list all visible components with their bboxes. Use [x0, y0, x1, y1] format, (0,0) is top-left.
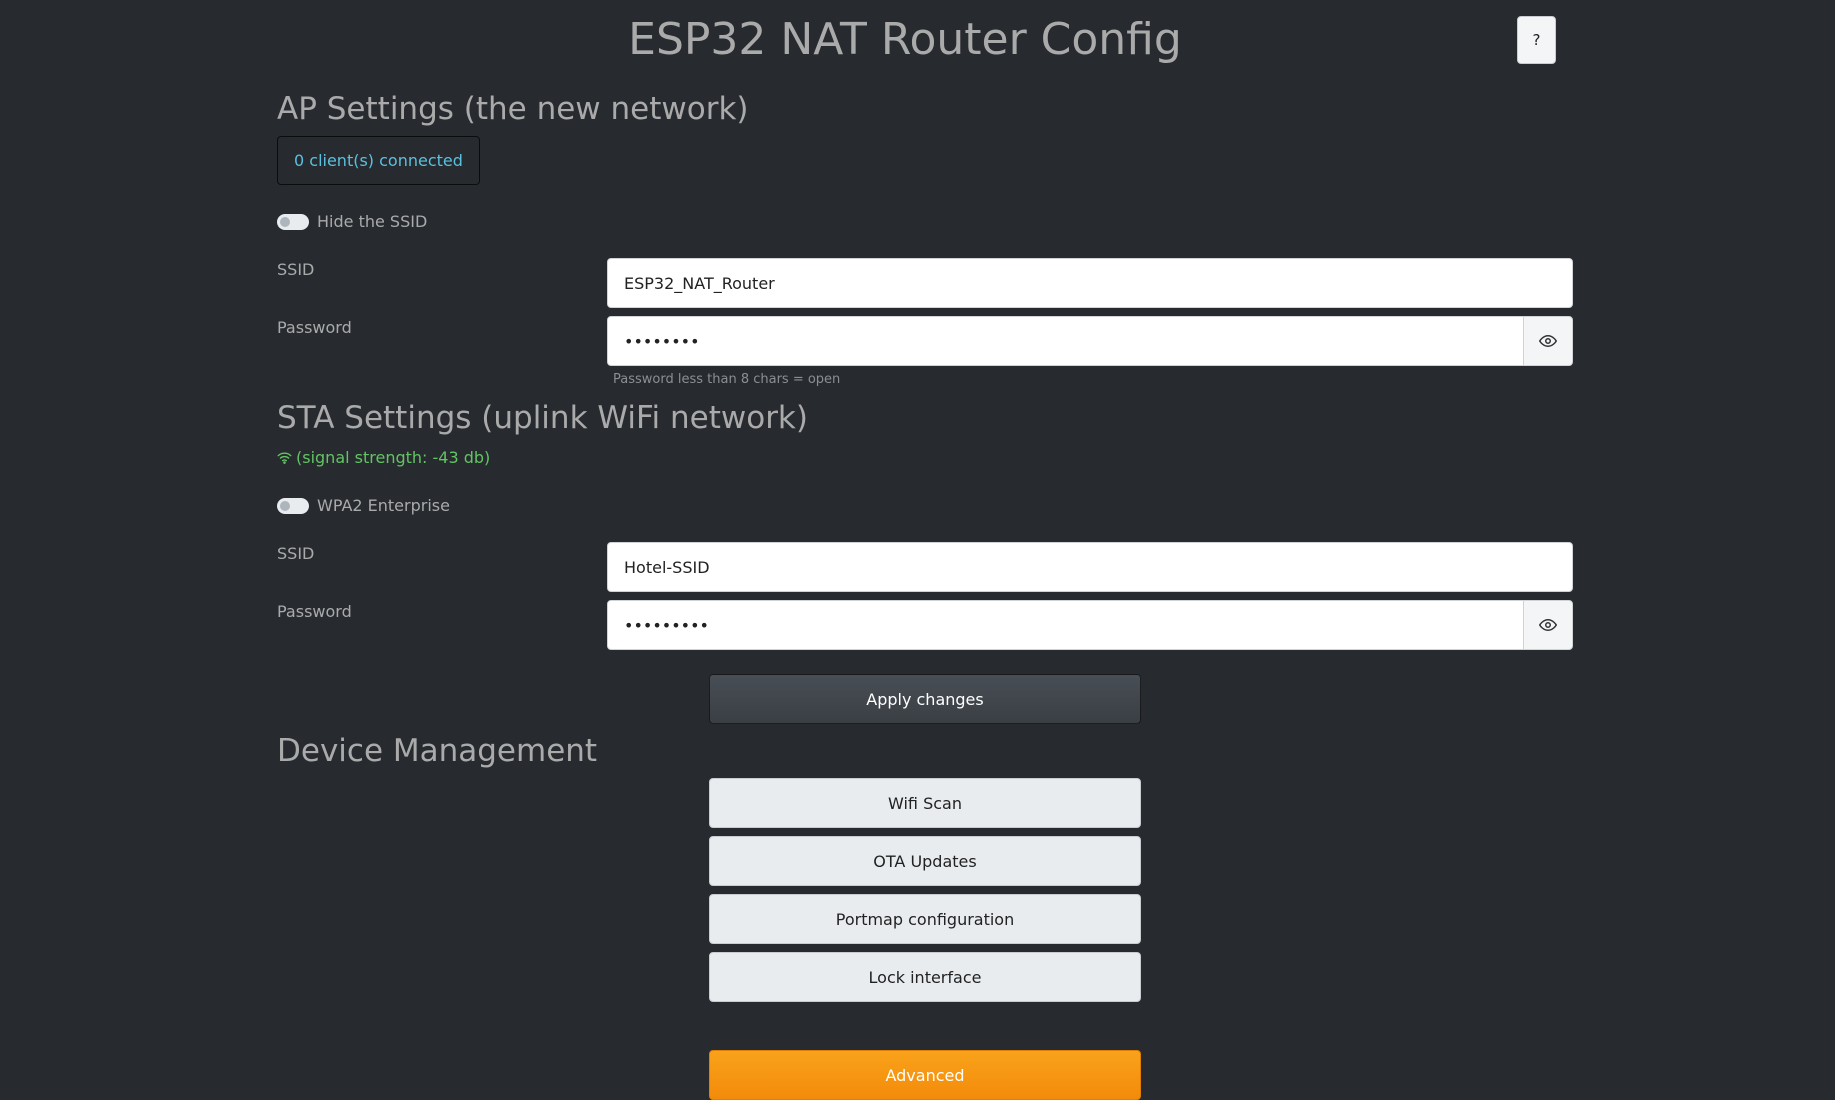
- hide-ssid-label: Hide the SSID: [317, 212, 428, 231]
- ap-password-label: Password: [277, 318, 352, 337]
- advanced-button[interactable]: Advanced: [709, 1050, 1141, 1100]
- signal-strength-text: (signal strength: -43 db): [296, 448, 491, 467]
- ap-ssid-input[interactable]: [607, 258, 1573, 308]
- wpa2-enterprise-toggle[interactable]: [277, 497, 309, 514]
- password-help-text: Password less than 8 chars = open: [613, 372, 841, 387]
- clients-connected-status: 0 client(s) connected: [277, 136, 480, 185]
- ap-password-input[interactable]: [607, 316, 1524, 366]
- sta-password-label: Password: [277, 602, 352, 621]
- help-button[interactable]: ?: [1517, 16, 1556, 64]
- ap-settings-title: AP Settings (the new network): [277, 91, 749, 127]
- wifi-scan-button[interactable]: Wifi Scan: [709, 778, 1141, 828]
- lock-interface-button[interactable]: Lock interface: [709, 952, 1141, 1002]
- sta-password-input[interactable]: [607, 600, 1524, 650]
- eye-icon: [1539, 618, 1557, 632]
- eye-icon: [1539, 334, 1557, 348]
- hide-ssid-row: Hide the SSID: [277, 212, 427, 231]
- wifi-icon: [277, 452, 292, 464]
- apply-changes-button[interactable]: Apply changes: [709, 674, 1141, 724]
- portmap-configuration-button[interactable]: Portmap configuration: [709, 894, 1141, 944]
- ap-password-visibility-button[interactable]: [1523, 316, 1573, 366]
- ap-ssid-label: SSID: [277, 260, 315, 279]
- wpa2-row: WPA2 Enterprise: [277, 496, 450, 515]
- sta-ssid-input[interactable]: [607, 542, 1573, 592]
- device-management-title: Device Management: [277, 733, 598, 769]
- sta-settings-title: STA Settings (uplink WiFi network): [277, 400, 808, 436]
- sta-password-visibility-button[interactable]: [1523, 600, 1573, 650]
- signal-strength: (signal strength: -43 db): [277, 448, 490, 467]
- wpa2-enterprise-label: WPA2 Enterprise: [317, 496, 450, 515]
- sta-ssid-label: SSID: [277, 544, 315, 563]
- hide-ssid-toggle[interactable]: [277, 213, 309, 230]
- ota-updates-button[interactable]: OTA Updates: [709, 836, 1141, 886]
